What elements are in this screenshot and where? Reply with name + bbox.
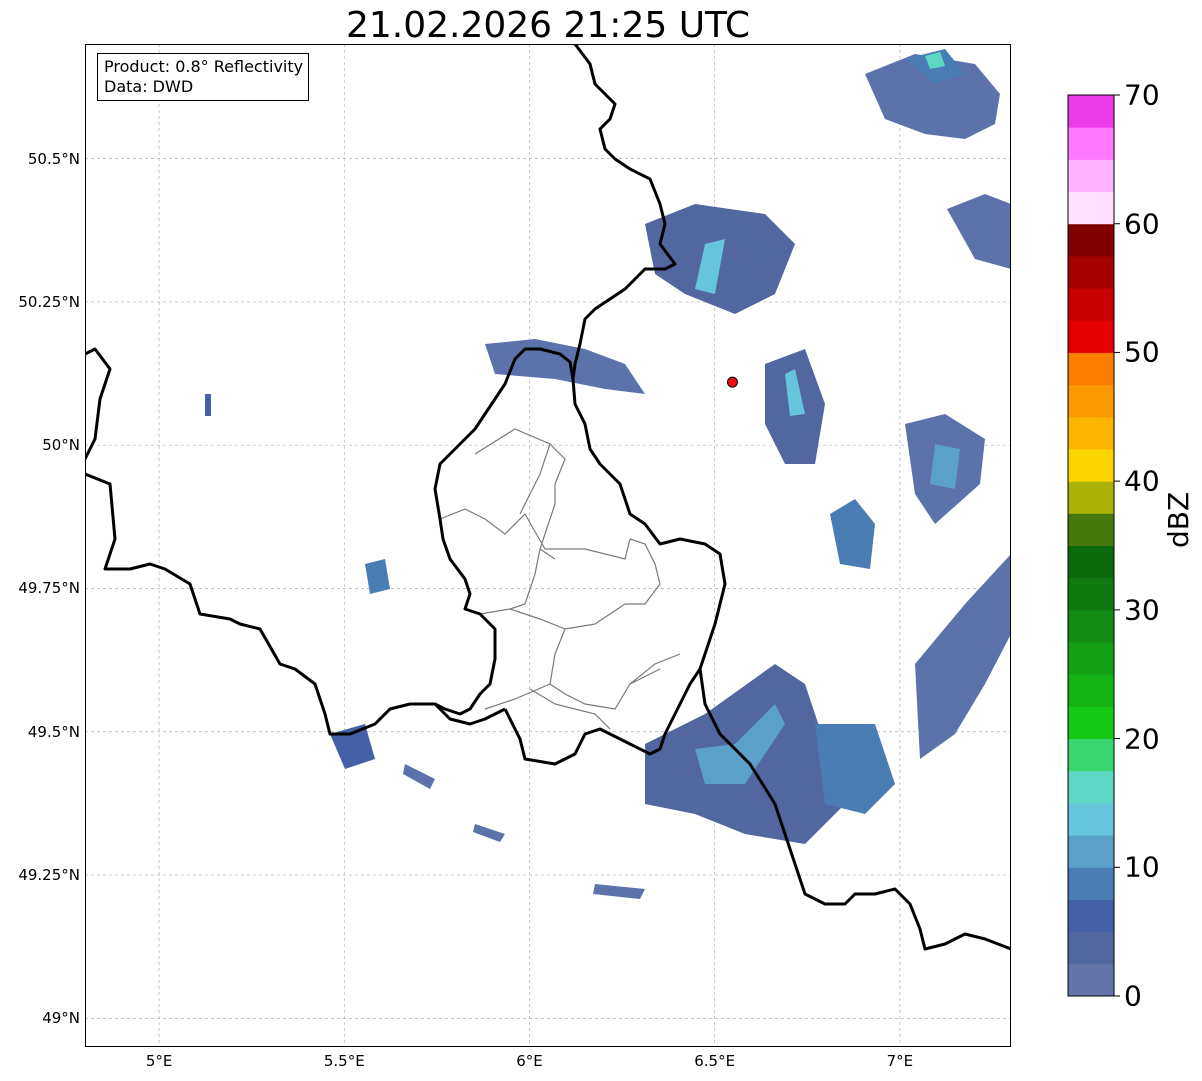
lat-tick-label: 50°N bbox=[42, 436, 80, 455]
colorbar-tick-label: 20 bbox=[1124, 722, 1160, 756]
colorbar-frame bbox=[1067, 94, 1115, 997]
colorbar-segment bbox=[1068, 899, 1114, 933]
colorbar-segment bbox=[1068, 674, 1114, 707]
colorbar-segment bbox=[1068, 127, 1114, 160]
colorbar-segment bbox=[1068, 481, 1114, 514]
colorbar-segment bbox=[1068, 835, 1114, 868]
colorbar-segment bbox=[1068, 706, 1114, 740]
colorbar-segment bbox=[1068, 352, 1114, 386]
colorbar-tick-label: 30 bbox=[1124, 593, 1160, 627]
lat-tick-label: 49.75°N bbox=[18, 579, 80, 598]
colorbar-segment bbox=[1068, 867, 1114, 900]
colorbar-segment bbox=[1068, 770, 1114, 804]
colorbar-segment bbox=[1068, 963, 1114, 997]
info-box: Product: 0.8° Reflectivity Data: DWD bbox=[97, 53, 310, 101]
colorbar-tick-label: 0 bbox=[1124, 979, 1142, 1013]
lon-tick-label: 7°E bbox=[886, 1052, 914, 1070]
colorbar-segment bbox=[1068, 931, 1114, 965]
radar-figure: 21.02.2026 21:25 UTC Product: 0.8° Refle… bbox=[0, 0, 1202, 1081]
colorbar-tick-label: 70 bbox=[1124, 78, 1160, 112]
map-title: 21.02.2026 21:25 UTC bbox=[345, 5, 751, 46]
colorbar-tick-label: 60 bbox=[1124, 207, 1160, 241]
lat-tick-label: 49.25°N bbox=[18, 866, 80, 885]
colorbar-segment bbox=[1068, 642, 1114, 675]
colorbar-segment bbox=[1068, 95, 1114, 128]
colorbar-title: dBZ bbox=[1162, 491, 1195, 548]
colorbar-segment bbox=[1068, 513, 1114, 546]
map-canvas bbox=[85, 44, 1011, 1047]
echo-right-2-core bbox=[930, 444, 960, 489]
colorbar-segment bbox=[1068, 255, 1114, 289]
colorbar-segment bbox=[1068, 448, 1114, 482]
colorbar-segment bbox=[1068, 384, 1114, 418]
colorbar-segment bbox=[1068, 223, 1114, 257]
map-panel bbox=[85, 44, 1011, 1047]
colorbar-segment bbox=[1068, 738, 1114, 772]
colorbar-segment bbox=[1068, 320, 1114, 353]
lon-tick-label: 5°E bbox=[145, 1052, 173, 1070]
lon-tick-label: 6.5°E bbox=[694, 1052, 736, 1070]
colorbar-segment bbox=[1068, 802, 1114, 836]
colorbar-segment bbox=[1068, 159, 1114, 193]
lon-tick-label: 5.5°E bbox=[323, 1052, 365, 1070]
colorbar-tick-label: 50 bbox=[1124, 335, 1160, 369]
source-label: Data: DWD bbox=[104, 77, 194, 96]
colorbar-tick-label: 40 bbox=[1124, 464, 1160, 498]
colorbar-segment bbox=[1068, 288, 1114, 321]
colorbar-segment bbox=[1068, 545, 1114, 579]
lat-tick-label: 49.5°N bbox=[27, 722, 80, 741]
radar-site-marker bbox=[726, 376, 738, 388]
colorbar-segment bbox=[1068, 191, 1114, 225]
lon-tick-label: 6°E bbox=[516, 1052, 543, 1070]
lat-tick-label: 49°N bbox=[42, 1009, 80, 1028]
echo-west-tiny bbox=[205, 394, 211, 416]
colorbar-segment bbox=[1068, 609, 1114, 643]
lat-tick-label: 50.25°N bbox=[18, 292, 80, 311]
product-label: Product: 0.8° Reflectivity bbox=[104, 57, 304, 76]
colorbar-segment bbox=[1068, 577, 1114, 611]
colorbar-segment bbox=[1068, 416, 1114, 450]
lat-tick-label: 50.5°N bbox=[27, 149, 80, 168]
colorbar-tick-label: 10 bbox=[1124, 850, 1160, 884]
